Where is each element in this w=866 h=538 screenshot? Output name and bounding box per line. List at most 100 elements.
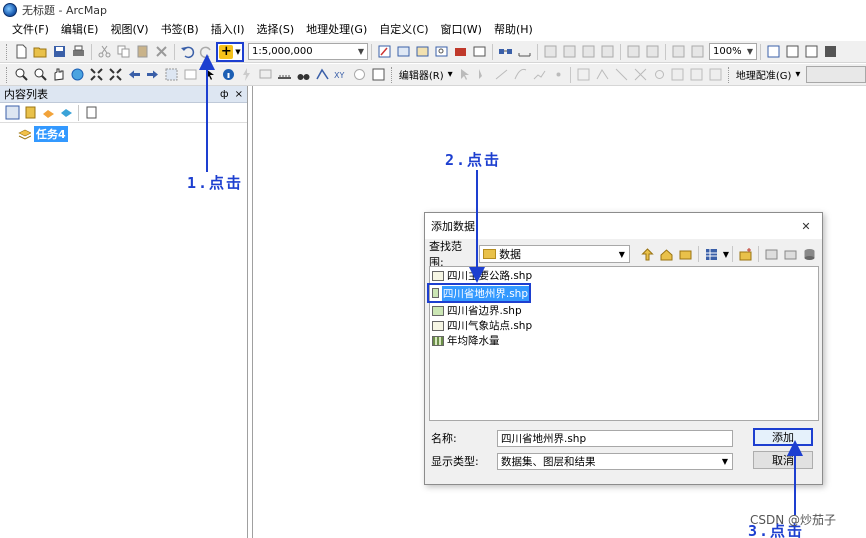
- create-viewer-window-icon[interactable]: [370, 66, 387, 83]
- sketch-properties-icon[interactable]: [688, 66, 705, 83]
- menu-selection[interactable]: 选择(S): [251, 20, 301, 40]
- toggle-draft-mode-icon[interactable]: [765, 43, 782, 60]
- go-forward-arrow-icon[interactable]: [145, 66, 162, 83]
- list-by-drawing-order-icon[interactable]: [4, 105, 20, 121]
- map-scale-combo[interactable]: 1:5,000,000 ▼: [248, 43, 368, 60]
- file-item-precipitation-raster[interactable]: 年均降水量: [430, 333, 818, 348]
- file-item-prefecture-boundary[interactable]: 四川省地州界.shp: [427, 283, 531, 303]
- georeferencing-menu[interactable]: 地理配准(G): [734, 67, 794, 82]
- open-folder-icon[interactable]: [32, 43, 49, 60]
- toolbar-grip[interactable]: [727, 66, 731, 83]
- home-icon[interactable]: [658, 246, 675, 263]
- hyperlink-icon[interactable]: [239, 66, 256, 83]
- toc-options-icon[interactable]: [83, 105, 99, 121]
- change-layout-icon[interactable]: [803, 43, 820, 60]
- new-document-icon[interactable]: [13, 43, 30, 60]
- go-to-xy-icon[interactable]: XY: [333, 66, 350, 83]
- layout-zoom-out-icon[interactable]: [561, 43, 578, 60]
- up-one-level-icon[interactable]: [639, 246, 656, 263]
- delete-icon[interactable]: [153, 43, 170, 60]
- fixed-zoom-in-icon[interactable]: [88, 66, 105, 83]
- add-button[interactable]: 添加: [753, 428, 813, 446]
- print-icon[interactable]: [70, 43, 87, 60]
- cut-icon[interactable]: [96, 43, 113, 60]
- new-folder-icon[interactable]: [737, 246, 754, 263]
- layout-pan-icon[interactable]: [580, 43, 597, 60]
- edit-annotation-icon[interactable]: [475, 66, 492, 83]
- data-driven-pages-icon[interactable]: [822, 43, 839, 60]
- create-features-icon[interactable]: [707, 66, 724, 83]
- toolbar-grip[interactable]: [6, 43, 9, 60]
- edit-tool-icon[interactable]: [456, 66, 473, 83]
- table-of-contents-icon[interactable]: [395, 43, 412, 60]
- catalog-icon[interactable]: [414, 43, 431, 60]
- file-item-roads[interactable]: 四川主要公路.shp: [430, 268, 818, 283]
- cancel-button[interactable]: 取消: [753, 451, 813, 469]
- menu-bookmarks[interactable]: 书签(B): [155, 20, 205, 40]
- split-icon[interactable]: [632, 66, 649, 83]
- menu-edit[interactable]: 编辑(E): [55, 20, 105, 40]
- list-by-visibility-icon[interactable]: [40, 105, 56, 121]
- focus-data-frame-icon[interactable]: [784, 43, 801, 60]
- undo-icon[interactable]: [179, 43, 196, 60]
- view-list-icon[interactable]: [703, 246, 720, 263]
- editor-menu[interactable]: 编辑器(R): [397, 67, 446, 82]
- layout-fixed-zoom-in-icon[interactable]: [625, 43, 642, 60]
- pan-hand-icon[interactable]: [51, 66, 68, 83]
- data-frame-row[interactable]: 任务4: [18, 126, 229, 142]
- show-type-combo[interactable]: 数据集、图层和结果 ▼: [497, 452, 733, 470]
- clear-selection-icon[interactable]: [182, 66, 199, 83]
- python-window-icon[interactable]: [471, 43, 488, 60]
- measure-tool-icon[interactable]: [276, 66, 293, 83]
- menu-file[interactable]: 文件(F): [6, 20, 55, 40]
- html-popup-icon[interactable]: [257, 66, 274, 83]
- close-icon[interactable]: ×: [235, 89, 243, 100]
- paste-icon[interactable]: [134, 43, 151, 60]
- layout-zoom-combo[interactable]: 100% ▼: [709, 43, 757, 60]
- toolbar-grip[interactable]: [390, 66, 394, 83]
- arccatalog-icon[interactable]: [763, 246, 780, 263]
- point-icon[interactable]: [550, 66, 567, 83]
- layout-full-extent-icon[interactable]: [599, 43, 616, 60]
- trace-icon[interactable]: [531, 66, 548, 83]
- layout-forward-extent-icon[interactable]: [689, 43, 706, 60]
- time-slider-icon[interactable]: [351, 66, 368, 83]
- go-back-arrow-icon[interactable]: [126, 66, 143, 83]
- full-extent-globe-icon[interactable]: [69, 66, 86, 83]
- end-point-arc-icon[interactable]: [512, 66, 529, 83]
- look-in-combo[interactable]: 数据 ▼: [479, 245, 630, 263]
- toolbox-icon[interactable]: [782, 246, 799, 263]
- find-route-icon[interactable]: [314, 66, 331, 83]
- file-item-province-boundary[interactable]: 四川省边界.shp: [430, 303, 818, 318]
- zoom-out-icon[interactable]: [32, 66, 49, 83]
- arctoolbox-icon[interactable]: [452, 43, 469, 60]
- add-data-button[interactable]: + ▼: [216, 41, 244, 62]
- find-binoculars-icon[interactable]: [295, 66, 312, 83]
- menu-customize[interactable]: 自定义(C): [373, 20, 434, 40]
- menu-geoprocessing[interactable]: 地理处理(G): [300, 20, 373, 40]
- identify-icon[interactable]: [220, 66, 237, 83]
- editor-toolbar-icon[interactable]: [376, 43, 393, 60]
- edit-vertices-icon[interactable]: [575, 66, 592, 83]
- zoom-in-icon[interactable]: [13, 66, 30, 83]
- list-by-selection-icon[interactable]: [58, 105, 74, 121]
- redo-icon[interactable]: [198, 43, 215, 60]
- model-builder-icon[interactable]: [497, 43, 514, 60]
- layout-zoom-in-icon[interactable]: [542, 43, 559, 60]
- measure-icon[interactable]: [516, 43, 533, 60]
- file-item-weather-stations[interactable]: 四川气象站点.shp: [430, 318, 818, 333]
- save-icon[interactable]: [51, 43, 68, 60]
- select-features-icon[interactable]: [163, 66, 180, 83]
- pin-icon[interactable]: ф: [220, 89, 229, 100]
- geodatabase-icon[interactable]: [801, 246, 818, 263]
- rotate-icon[interactable]: [651, 66, 668, 83]
- name-field[interactable]: [497, 429, 733, 447]
- straight-segment-icon[interactable]: [493, 66, 510, 83]
- connect-folder-icon[interactable]: [677, 246, 694, 263]
- menu-view[interactable]: 视图(V): [104, 20, 154, 40]
- search-window-icon[interactable]: [433, 43, 450, 60]
- close-icon[interactable]: ✕: [796, 220, 816, 233]
- toolbar-grip[interactable]: [6, 66, 9, 83]
- list-by-source-icon[interactable]: [22, 105, 38, 121]
- select-elements-pointer-icon[interactable]: [201, 66, 218, 83]
